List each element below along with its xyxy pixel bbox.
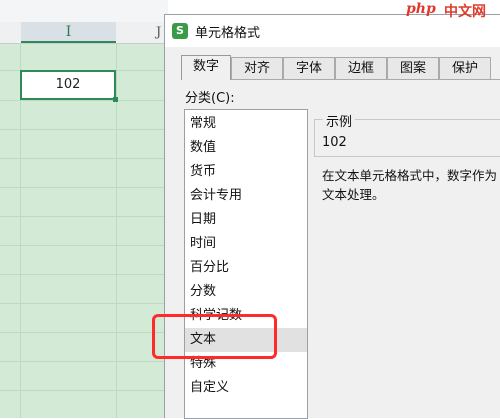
category-label: 分类(C): [185, 91, 235, 106]
grid-line [0, 390, 168, 391]
grid-line [0, 100, 168, 101]
category-number[interactable]: 数值 [185, 136, 307, 160]
category-fraction[interactable]: 分数 [185, 280, 307, 304]
grid-line [0, 332, 168, 333]
active-cell[interactable]: 102 [20, 70, 116, 100]
category-list[interactable]: 常规 数值 货币 会计专用 日期 时间 百分比 分数 科学记数 文本 特殊 自定… [184, 109, 308, 419]
grid-line [0, 274, 168, 275]
category-custom[interactable]: 自定义 [185, 376, 307, 400]
grid-line [0, 129, 168, 130]
format-description: 在文本单元格格式中，数字作为文本处理。 [322, 168, 498, 202]
sample-value: 102 [322, 135, 347, 150]
watermark-brand: php [406, 1, 436, 17]
grid-line [0, 245, 168, 246]
formula-bar-strip [0, 0, 168, 23]
tab-alignment[interactable]: 对齐 [231, 57, 283, 79]
grid-line [0, 158, 168, 159]
category-date[interactable]: 日期 [185, 208, 307, 232]
column-header-i[interactable]: I [21, 22, 116, 43]
tab-pattern[interactable]: 图案 [387, 57, 439, 79]
tab-border[interactable]: 边框 [335, 57, 387, 79]
watermark-site: 中文网 [444, 4, 486, 20]
fill-handle[interactable] [113, 97, 118, 102]
category-currency[interactable]: 货币 [185, 160, 307, 184]
category-general[interactable]: 常规 [185, 112, 307, 136]
tab-font[interactable]: 字体 [283, 57, 335, 79]
grid-line [0, 303, 168, 304]
grid-line [0, 361, 168, 362]
tab-protection[interactable]: 保护 [439, 57, 491, 79]
spreadsheet-area[interactable]: I J 102 [0, 0, 168, 418]
app-logo-icon: S [172, 23, 188, 39]
dialog-title: 单元格格式 [195, 26, 261, 41]
sample-legend: 示例 [323, 111, 356, 130]
tab-number[interactable]: 数字 [181, 55, 231, 80]
grid-line [0, 216, 168, 217]
category-percentage[interactable]: 百分比 [185, 256, 307, 280]
tab-strip: 数字 对齐 字体 边框 图案 保护 [181, 55, 500, 80]
watermark-logo: php 中文网 [406, 0, 500, 22]
grid-line [0, 187, 168, 188]
category-time[interactable]: 时间 [185, 232, 307, 256]
highlight-annotation [152, 314, 277, 359]
category-accounting[interactable]: 会计专用 [185, 184, 307, 208]
